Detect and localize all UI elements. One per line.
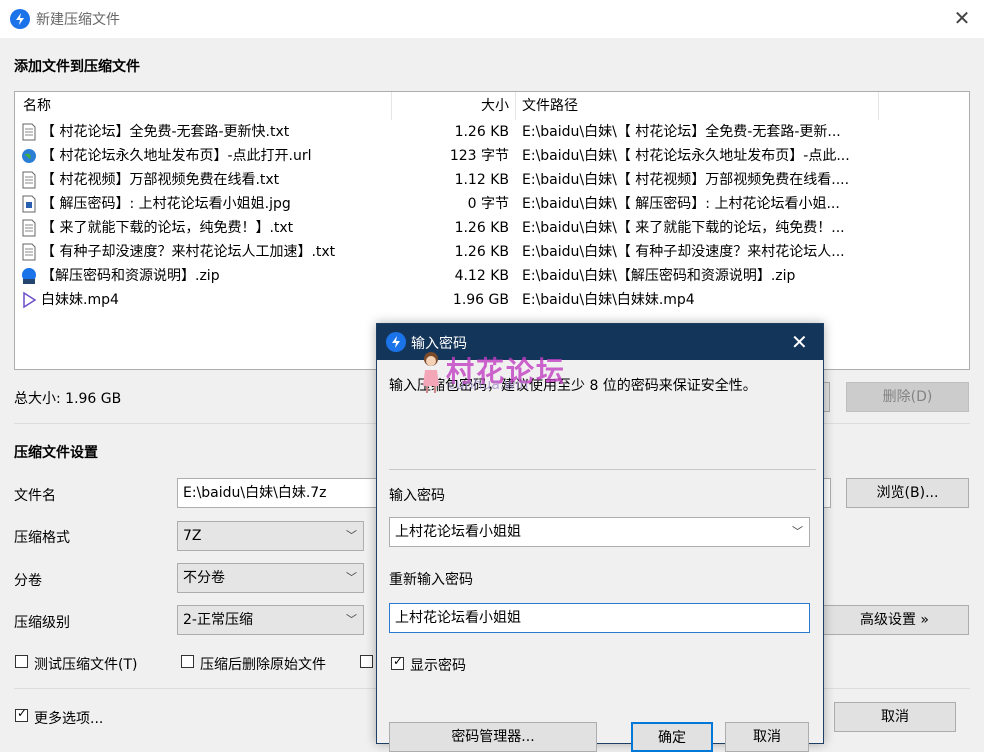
filename-label: 文件名 [14, 488, 56, 504]
confirm-password-input[interactable]: 上村花论坛看小姐姐 [389, 603, 810, 633]
split-value: 不分卷 [183, 570, 225, 586]
file-name: 【 村花论坛永久地址发布页】-点此打开.url [41, 148, 312, 164]
file-row[interactable]: 【解压密码和资源说明】.zip 4.12 KB E:\baidu\白妹\【解压密… [15, 264, 969, 288]
test-archive-label: 测试压缩文件(T) [34, 657, 138, 673]
ok-button[interactable]: 确定 [631, 722, 713, 752]
dialog-close-icon[interactable]: ✕ [791, 330, 808, 354]
confirm-password-label: 重新输入密码 [389, 572, 473, 588]
chevron-down-icon: ﹀ [346, 613, 357, 626]
file-name: 【 来了就能下载的论坛，纯免费！】.txt [41, 220, 294, 236]
test-archive-checkbox[interactable] [15, 655, 28, 668]
column-separator[interactable] [391, 92, 392, 120]
level-select[interactable]: 2-正常压缩 ﹀ [177, 605, 364, 635]
show-password-label: 显示密码 [410, 658, 466, 674]
text-file-icon [22, 171, 36, 189]
file-name: 【 村花论坛】全免费-无套路-更新快.txt [41, 124, 290, 140]
file-path: E:\baidu\白妹\【 村花论坛】全免费-无套路-更新... [522, 124, 841, 140]
file-path: E:\baidu\白妹\【 解压密码】: 上村花论坛看小姐... [522, 196, 840, 212]
text-file-icon [22, 219, 36, 237]
file-row[interactable]: 白妹妹.mp4 1.96 GB E:\baidu\白妹\白妹妹.mp4 [15, 288, 969, 312]
level-label: 压缩级别 [14, 615, 70, 631]
split-label: 分卷 [14, 573, 42, 589]
text-file-icon [22, 243, 36, 261]
video-file-icon [23, 291, 37, 309]
file-row[interactable]: 【 村花论坛】全免费-无套路-更新快.txt 1.26 KB E:\baidu\… [15, 120, 969, 144]
level-value: 2-正常压缩 [183, 612, 253, 628]
partial-checkbox[interactable] [360, 655, 373, 668]
file-row[interactable]: 【 有种子却没速度？来村花论坛人工加速】.txt 1.26 KB E:\baid… [15, 240, 969, 264]
watermark-figure-icon [420, 350, 442, 394]
dialog-cancel-button[interactable]: 取消 [725, 722, 809, 752]
divider [389, 469, 816, 470]
file-row[interactable]: 【 村花视频】万部视频免费在线看.txt 1.12 KB E:\baidu\白妹… [15, 168, 969, 192]
add-files-title: 添加文件到压缩文件 [14, 59, 140, 75]
file-size: 1.26 KB [454, 244, 509, 260]
file-size: 1.12 KB [454, 172, 509, 188]
password-label: 输入密码 [389, 488, 445, 504]
file-path: E:\baidu\白妹\【 有种子却没速度？来村花论坛人... [522, 244, 845, 260]
app-logo-icon [386, 332, 406, 352]
zip-file-icon [22, 268, 36, 284]
chevron-down-icon: ﹀ [346, 571, 357, 584]
chevron-down-icon[interactable]: ﹀ [792, 518, 803, 546]
chevron-down-icon: ﹀ [346, 529, 357, 542]
password-dialog: 输入密码 ✕ 输入压缩包密码，建议使用至少 8 位的密码来保证安全性。 输入密码… [376, 323, 824, 752]
globe-url-icon [22, 149, 36, 163]
file-size: 0 字节 [467, 196, 509, 212]
file-size: 1.26 KB [454, 124, 509, 140]
file-name: 【 解压密码】: 上村花论坛看小姐姐.jpg [41, 196, 291, 212]
file-path: E:\baidu\白妹\【 来了就能下载的论坛，纯免费！... [522, 220, 845, 236]
window-title: 新建压缩文件 [36, 12, 120, 28]
show-password-checkbox[interactable] [391, 654, 404, 670]
cancel-button[interactable]: 取消 [834, 702, 956, 732]
window-close-icon[interactable]: ✕ [950, 6, 974, 30]
more-options-label: 更多选项... [34, 711, 104, 727]
password-manager-button[interactable]: 密码管理器... [389, 722, 597, 752]
password-value: 上村花论坛看小姐姐 [395, 524, 521, 540]
delete-button[interactable]: 删除(D) [846, 382, 969, 412]
file-name: 【解压密码和资源说明】.zip [41, 268, 220, 284]
file-size: 4.12 KB [454, 268, 509, 284]
file-size: 1.26 KB [454, 220, 509, 236]
more-options-checkbox[interactable] [15, 706, 28, 722]
format-label: 压缩格式 [14, 530, 70, 546]
file-name: 【 村花视频】万部视频免费在线看.txt [41, 172, 280, 188]
total-size: 总大小: 1.96 GB [14, 391, 122, 407]
column-header-path[interactable]: 文件路径 [522, 92, 578, 120]
column-header-size[interactable]: 大小 [481, 92, 509, 120]
file-row[interactable]: 【 村花论坛永久地址发布页】-点此打开.url 123 字节 E:\baidu\… [15, 144, 969, 168]
file-row[interactable]: 【 解压密码】: 上村花论坛看小姐姐.jpg 0 字节 E:\baidu\白妹\… [15, 192, 969, 216]
file-path: E:\baidu\白妹\【 村花论坛永久地址发布页】-点此... [522, 148, 850, 164]
file-row[interactable]: 【 来了就能下载的论坛，纯免费！】.txt 1.26 KB E:\baidu\白… [15, 216, 969, 240]
delete-after-label: 压缩后删除原始文件 [200, 657, 326, 673]
settings-title: 压缩文件设置 [14, 445, 98, 461]
browse-button[interactable]: 浏览(B)... [846, 478, 969, 508]
file-path: E:\baidu\白妹\白妹妹.mp4 [522, 292, 695, 308]
image-file-icon [22, 195, 36, 213]
file-path: E:\baidu\白妹\【解压密码和资源说明】.zip [522, 268, 796, 284]
watermark-subtext: cunhua.win [448, 377, 529, 393]
text-file-icon [22, 123, 36, 141]
column-separator[interactable] [878, 92, 879, 120]
split-select[interactable]: 不分卷 ﹀ [177, 563, 364, 593]
column-header-name[interactable]: 名称 [23, 92, 51, 120]
file-size: 123 字节 [449, 148, 509, 164]
file-name: 白妹妹.mp4 [41, 292, 119, 308]
app-logo-icon [10, 9, 30, 29]
file-path: E:\baidu\白妹\【 村花视频】万部视频免费在线看.... [522, 172, 850, 188]
file-size: 1.96 GB [452, 292, 509, 308]
file-name: 【 有种子却没速度？来村花论坛人工加速】.txt [41, 244, 336, 260]
format-select[interactable]: 7Z ﹀ [177, 521, 364, 551]
advanced-settings-button[interactable]: 高级设置 » [820, 605, 969, 635]
delete-after-checkbox[interactable] [181, 655, 194, 668]
window-titlebar [0, 0, 984, 38]
password-input[interactable]: 上村花论坛看小姐姐 ﹀ [389, 517, 810, 547]
format-value: 7Z [183, 528, 202, 544]
column-separator[interactable] [515, 92, 516, 120]
